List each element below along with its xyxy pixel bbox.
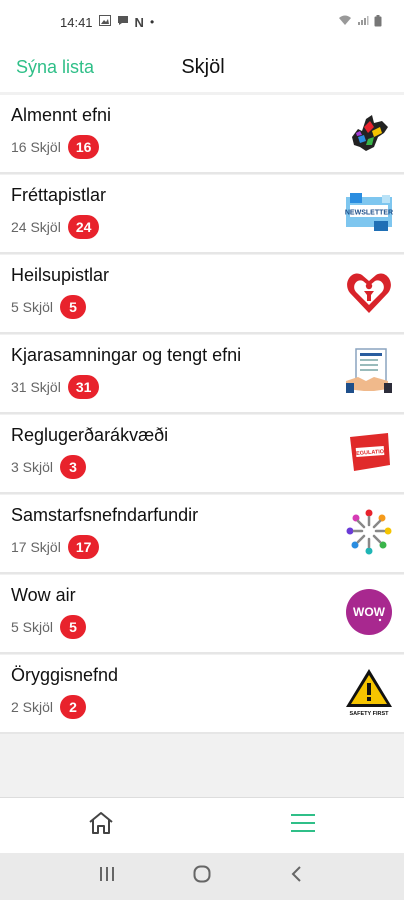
count-badge: 5 <box>60 295 87 319</box>
list-item-count: 5 Skjöl <box>11 619 54 635</box>
list-item-count: 16 Skjöl <box>11 139 61 155</box>
more-notifications-dot: • <box>149 15 155 29</box>
wow-logo-text: WOW <box>353 605 386 619</box>
recent-apps-button[interactable] <box>87 865 127 888</box>
count-badge: 17 <box>67 535 100 559</box>
status-left: 14:41 N • <box>60 15 154 30</box>
page-title: Skjöl <box>181 56 225 78</box>
regulation-sign-icon: REGULATION <box>344 427 394 477</box>
list-item[interactable]: Öryggisnefnd 2 Skjöl 2 SAFETY FIRST <box>0 655 404 734</box>
home-system-button[interactable] <box>182 864 222 890</box>
safety-first-warning-icon: SAFETY FIRST <box>344 667 394 717</box>
count-badge: 5 <box>60 615 87 639</box>
list-item-name: Kjarasamningar og tengt efni <box>11 345 242 365</box>
list-item-meta: 2 Skjöl 2 <box>11 695 87 719</box>
list-item-count: 3 Skjöl <box>11 459 54 475</box>
list-item[interactable]: Almennt efni 16 Skjöl 16 <box>0 95 404 174</box>
list-item-count: 17 Skjöl <box>11 539 61 555</box>
message-notification-icon <box>117 15 129 29</box>
menu-icon <box>290 812 316 839</box>
status-time: 14:41 <box>60 14 93 30</box>
system-navigation-bar <box>0 853 404 900</box>
list-item[interactable]: Kjarasamningar og tengt efni 31 Skjöl 31 <box>0 335 404 414</box>
list-item-name: Reglugerðarákvæði <box>11 425 169 445</box>
list-item[interactable]: Fréttapistlar 24 Skjöl 24 NEWSLETTER <box>0 175 404 254</box>
list-item-name: Heilsupistlar <box>11 265 110 285</box>
list-item[interactable]: Reglugerðarákvæði 3 Skjöl 3 REGULATION <box>0 415 404 494</box>
status-right <box>338 14 382 30</box>
handshake-document-icon <box>344 347 394 397</box>
image-notification-icon <box>98 15 111 29</box>
home-icon <box>88 811 114 840</box>
list-item-meta: 16 Skjöl 16 <box>11 135 100 159</box>
count-badge: 31 <box>67 375 100 399</box>
back-system-button[interactable] <box>277 865 317 889</box>
count-badge: 3 <box>60 455 87 479</box>
nav-menu-button[interactable] <box>202 798 404 853</box>
recent-apps-icon <box>100 867 115 881</box>
list-item-name: Samstarfsnefndarfundir <box>11 505 199 525</box>
list-item-count: 24 Skjöl <box>11 219 61 235</box>
list-item[interactable]: Heilsupistlar 5 Skjöl 5 <box>0 255 404 334</box>
app-bar: Sýna lista Skjöl <box>0 44 404 92</box>
list-item-name: Almennt efni <box>11 105 112 125</box>
list-item-meta: 31 Skjöl 31 <box>11 375 100 399</box>
bottom-navigation <box>0 797 404 853</box>
n-notification-icon: N <box>134 14 144 30</box>
nav-home-button[interactable] <box>0 798 202 853</box>
list-item-name: Fréttapistlar <box>11 185 107 205</box>
safety-first-text: SAFETY FIRST <box>349 711 389 717</box>
newsletter-icon: NEWSLETTER <box>344 187 394 237</box>
count-badge: 16 <box>67 135 100 159</box>
back-chevron-icon <box>291 865 301 882</box>
count-badge: 2 <box>60 695 87 719</box>
count-badge: 24 <box>67 215 100 239</box>
people-circle-icon <box>344 507 394 557</box>
list-item-meta: 5 Skjöl 5 <box>11 615 87 639</box>
status-bar: 14:41 N • <box>0 0 404 44</box>
list-item-name: Öryggisnefnd <box>11 665 119 685</box>
heart-health-icon <box>344 267 394 317</box>
list-item-meta: 24 Skjöl 24 <box>11 215 100 239</box>
list-item-meta: 5 Skjöl 5 <box>11 295 87 319</box>
wifi-icon <box>338 15 352 29</box>
list-item-count: 2 Skjöl <box>11 699 54 715</box>
newsletter-text: NEWSLETTER <box>345 210 393 217</box>
signal-icon <box>357 15 369 29</box>
battery-icon <box>374 14 382 30</box>
document-category-list: Almennt efni 16 Skjöl 16 Fréttapistlar 2… <box>0 95 404 735</box>
west-virginia-map-icon <box>344 107 394 157</box>
list-item-name: Wow air <box>11 585 76 605</box>
wow-air-logo-icon: WOW <box>344 587 394 637</box>
list-item-meta: 17 Skjöl 17 <box>11 535 100 559</box>
list-item-count: 31 Skjöl <box>11 379 61 395</box>
list-item[interactable]: Samstarfsnefndarfundir 17 Skjöl 17 <box>0 495 404 574</box>
home-circle-icon <box>193 865 211 882</box>
list-item[interactable]: Wow air 5 Skjöl 5 WOW <box>0 575 404 654</box>
list-item-count: 5 Skjöl <box>11 299 54 315</box>
list-item-meta: 3 Skjöl 3 <box>11 455 87 479</box>
